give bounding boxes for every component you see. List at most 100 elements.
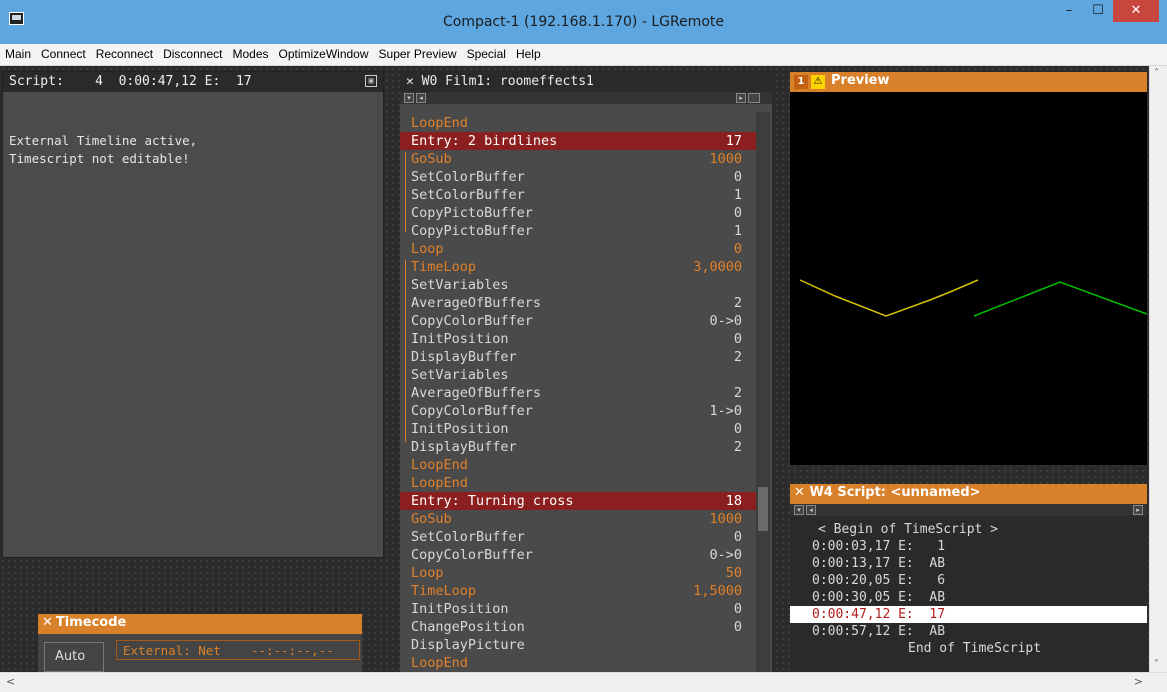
auto-button[interactable]: Auto [44,642,104,672]
scroll-left-icon[interactable]: < [6,675,15,688]
film-header: ✕ W0 Film1: roomeffects1 [400,72,772,92]
close-icon[interactable]: ✕ [406,74,414,89]
w4-header: ✕ W4 Script: <unnamed> [790,484,1147,504]
film-command-row[interactable]: InitPosition 0 [400,420,756,438]
film-command-row[interactable]: SetColorBuffer 1 [400,186,756,204]
menu-connect[interactable]: Connect [36,44,91,61]
scroll-right-icon[interactable]: ▸ [1133,505,1143,515]
command-value: 0 [733,331,742,347]
command-name: LoopEnd [411,475,468,491]
close-icon[interactable]: ✕ [42,615,53,630]
film-command-row[interactable]: InitPosition 0 [400,600,756,618]
dropdown-icon[interactable]: ▾ [404,93,414,103]
film-command-row[interactable]: DisplayBuffer 2 [400,348,756,366]
film-command-row[interactable]: TimeLoop 1,5000 [400,582,756,600]
scroll-down-icon[interactable]: ˅ [1154,659,1159,670]
timecode-title: Timecode [55,615,127,630]
float-icon[interactable]: ▣ [365,75,377,87]
film-command-row[interactable]: TimeLoop 3,0000 [400,258,756,276]
w4-toolbar: ▾ ◂ ▸ [790,504,1147,516]
film-command-row[interactable]: AverageOfBuffers 2 [400,294,756,312]
film-command-row[interactable]: GoSub 1000 [400,150,756,168]
command-value: 1000 [709,511,742,527]
film-entry-row[interactable]: Entry: 2 birdlines 17 [400,132,756,150]
film-command-row[interactable]: InitPosition 0 [400,330,756,348]
timescript-list: < Begin of TimeScript >0:00:03,17 E: 1 0:… [790,521,1147,657]
command-name: LoopEnd [411,115,468,131]
panel-option-icon[interactable] [748,93,760,103]
command-value: 17 [725,133,742,149]
menu-disconnect[interactable]: Disconnect [158,44,227,61]
film-command-row[interactable]: LoopEnd [400,114,756,132]
preview-number-badge[interactable]: 1 [794,75,808,89]
film-command-row[interactable]: Loop 50 [400,564,756,582]
film-command-row[interactable]: CopyPictoBuffer 1 [400,222,756,240]
preview-header: 1 ⚠ Preview [790,72,1147,92]
preview-panel: 1 ⚠ Preview [790,72,1147,465]
w4-title: W4 Script: <unnamed> [809,485,981,500]
film-scrollbar[interactable] [756,112,770,672]
timescript-begin[interactable]: < Begin of TimeScript > [790,521,1147,538]
menu-special[interactable]: Special [462,44,511,61]
film-command-row[interactable]: Loop 0 [400,240,756,258]
film-scroll-thumb[interactable] [758,487,768,531]
close-button[interactable]: ✕ [1113,0,1159,22]
scroll-left-icon[interactable]: ◂ [806,505,816,515]
command-name: InitPosition [411,601,509,617]
timescript-row-selected[interactable]: 0:00:47,12 E: 17 [790,606,1147,623]
command-name: SetColorBuffer [411,187,525,203]
film-command-row[interactable]: CopyColorBuffer 0->0 [400,312,756,330]
timescript-row[interactable]: 0:00:20,05 E: 6 [790,572,1147,589]
film-command-row[interactable]: LoopEnd [400,474,756,492]
command-value: 0 [733,601,742,617]
film-command-row[interactable]: AverageOfBuffers 2 [400,384,756,402]
menu-help[interactable]: Help [511,44,546,61]
command-name: InitPosition [411,421,509,437]
menu-optimize-window[interactable]: OptimizeWindow [274,44,374,61]
timescript-row[interactable]: 0:00:03,17 E: 1 [790,538,1147,555]
film-command-row[interactable]: CopyColorBuffer 1->0 [400,402,756,420]
script-message-line2: Timescript not editable! [9,151,190,166]
scroll-right-icon[interactable]: ▸ [736,93,746,103]
command-value: 1 [733,223,742,239]
film-command-row[interactable]: CopyColorBuffer 0->0 [400,546,756,564]
timescript-row[interactable]: 0:00:57,12 E: AB [790,623,1147,640]
film-command-row[interactable]: SetVariables [400,366,756,384]
warning-icon[interactable]: ⚠ [811,75,825,89]
scroll-up-icon[interactable]: ˄ [1154,68,1159,79]
film-command-row[interactable]: CopyPictoBuffer 0 [400,204,756,222]
film-entry-row[interactable]: Entry: Turning cross 18 [400,492,756,510]
window-horizontal-scrollbar[interactable]: < > [0,672,1167,692]
film-command-row[interactable]: SetColorBuffer 0 [400,528,756,546]
command-name: SetColorBuffer [411,529,525,545]
menu-reconnect[interactable]: Reconnect [91,44,158,61]
close-icon[interactable]: ✕ [794,485,805,500]
script-header: Script: 4 0:00:47,12 E: 17 ▣ [3,72,383,92]
timescript-row[interactable]: 0:00:13,17 E: AB [790,555,1147,572]
menu-main[interactable]: Main [0,44,36,61]
timescript-row[interactable]: 0:00:30,05 E: AB [790,589,1147,606]
command-name: CopyColorBuffer [411,313,533,329]
menu-super-preview[interactable]: Super Preview [374,44,462,61]
film-command-row[interactable]: LoopEnd [400,654,756,672]
film-command-row[interactable]: DisplayPicture [400,636,756,654]
dropdown-icon[interactable]: ▾ [794,505,804,515]
window-vertical-scrollbar[interactable]: ˄ ˅ [1149,66,1167,672]
film-command-row[interactable]: DisplayBuffer 2 [400,438,756,456]
film-command-row[interactable]: ChangePosition 0 [400,618,756,636]
film-command-row[interactable]: GoSub 1000 [400,510,756,528]
scroll-left-icon[interactable]: ◂ [416,93,426,103]
film-toolbar: ▾ ◂ ▸ [400,92,772,104]
command-value: 1->0 [709,403,742,419]
timescript-end[interactable]: End of TimeScript [790,640,1147,657]
command-name: InitPosition [411,331,509,347]
minimize-button[interactable]: – [1055,0,1083,22]
command-name: Loop [411,241,444,257]
maximize-button[interactable]: ☐ [1084,0,1112,22]
film-command-row[interactable]: LoopEnd [400,456,756,474]
menu-modes[interactable]: Modes [227,44,273,61]
film-command-row[interactable]: SetColorBuffer 0 [400,168,756,186]
film-command-row[interactable]: SetVariables [400,276,756,294]
scroll-right-icon[interactable]: > [1134,675,1143,688]
command-name: TimeLoop [411,259,477,275]
